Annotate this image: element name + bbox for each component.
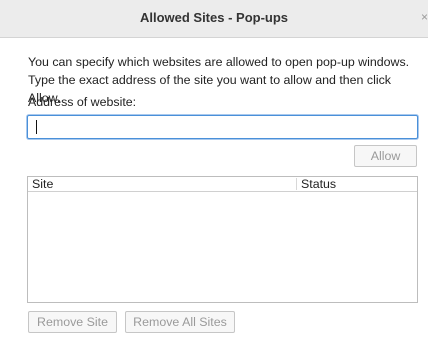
close-icon[interactable]: × [418,10,428,24]
remove-site-button[interactable]: Remove Site [28,311,117,333]
column-divider [296,178,297,190]
address-label: Address of website: [28,95,137,109]
allowed-sites-dialog: Allowed Sites - Pop-ups × You can specif… [0,0,428,346]
sites-table[interactable]: Site Status [27,176,418,303]
text-caret [36,120,37,134]
address-input[interactable] [27,115,418,139]
remove-all-sites-button[interactable]: Remove All Sites [125,311,235,333]
table-body[interactable] [28,192,417,302]
column-header-site[interactable]: Site [32,177,53,191]
title-bar: Allowed Sites - Pop-ups × [0,0,428,38]
dialog-title: Allowed Sites - Pop-ups [139,10,289,25]
table-header: Site Status [28,177,417,192]
column-header-status[interactable]: Status [301,177,336,191]
allow-button[interactable]: Allow [354,145,417,167]
